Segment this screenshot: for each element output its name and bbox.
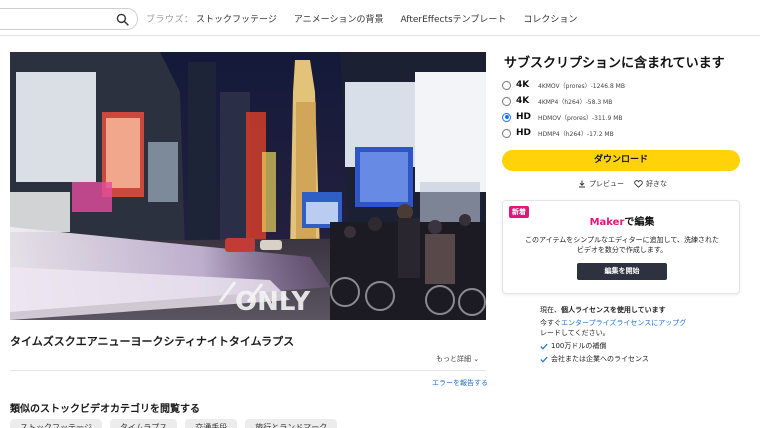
favorite-label: 好きな — [646, 180, 667, 188]
video-title: タイムズスクエアニューヨークシティナイトタイムラプス — [10, 335, 295, 348]
category-chip[interactable]: 交通手段 — [185, 419, 238, 428]
format-label: HDMP4（h264）-17.2 MB — [538, 130, 614, 138]
license-prefix: 現在、 — [540, 306, 561, 314]
quality-label: HD — [516, 128, 532, 138]
format-option-4k-mov[interactable]: 4K 4KMOV（prores）-1246.8 MB — [502, 78, 625, 92]
radio-button[interactable] — [502, 128, 511, 138]
format-option-4k-mp4[interactable]: 4K 4KMP4（h264）-58.3 MB — [502, 94, 612, 108]
subscription-title: サブスクリプションに含まれています — [504, 56, 725, 71]
benefit-label: 会社または企業へのライセンス — [551, 355, 649, 363]
quality-label: HD — [516, 112, 532, 122]
category-chip[interactable]: 旅行とランドマーク — [245, 419, 338, 428]
maker-title-rest: で編集 — [624, 217, 655, 228]
maker-card: 新着 Makerで編集 このアイテムをシンプルなエディターに追加して、洗練された… — [502, 200, 740, 294]
category-chip[interactable]: タイムラプス — [109, 419, 178, 428]
search-input[interactable] — [0, 8, 138, 30]
quality-label: 4K — [516, 96, 530, 106]
divider — [10, 370, 486, 371]
radio-button[interactable] — [502, 96, 511, 106]
search-icon[interactable] — [116, 13, 129, 26]
more-details-link[interactable]: もっと詳細 ⌄ — [436, 354, 479, 364]
start-editing-button[interactable]: 編集を開始 — [577, 263, 667, 280]
upgrade-text: 今すぐエンタープライズライセンスにアップグ — [540, 318, 686, 328]
browse-label: ブラウズ： — [146, 15, 194, 25]
quality-label: 4K — [516, 80, 530, 90]
current-license-text: 現在、個人ライセンスを使用しています — [540, 305, 666, 315]
category-nav: ストックフッテージ アニメーションの背景 AfterEffectsテンプレート … — [196, 12, 577, 25]
heart-icon — [634, 180, 643, 188]
format-option-hd-mov[interactable]: HD HDMOV（prores）-311.9 MB — [502, 110, 623, 124]
category-chip[interactable]: ストックフッテージ — [10, 419, 102, 428]
report-error-link[interactable]: エラーを報告する — [432, 378, 488, 388]
category-chips: ストックフッテージ タイムラプス 交通手段 旅行とランドマーク — [10, 419, 338, 428]
nav-stock-footage[interactable]: ストックフッテージ — [196, 12, 277, 25]
format-label: 4KMP4（h264）-58.3 MB — [538, 98, 613, 106]
svg-text:ONLY: ONLY — [235, 287, 311, 317]
benefit-item: 会社または企業へのライセンス — [540, 354, 649, 364]
check-icon — [540, 356, 548, 363]
more-details-label: もっと詳細 — [436, 355, 471, 363]
chevron-down-icon: ⌄ — [473, 355, 480, 363]
check-icon — [540, 343, 548, 350]
benefit-item: 100万ドルの補償 — [540, 341, 606, 351]
video-preview[interactable]: ONLY — [10, 52, 486, 320]
nav-animation-backgrounds[interactable]: アニメーションの背景 — [294, 12, 384, 25]
maker-description: このアイテムをシンプルなエディターに追加して、洗練されたビデオを数分で作成します… — [524, 236, 720, 254]
download-button[interactable]: ダウンロード — [502, 150, 740, 171]
nav-collections[interactable]: コレクション — [523, 12, 577, 25]
top-bar: ブラウズ： ストックフッテージ アニメーションの背景 AfterEffectsテ… — [0, 0, 760, 36]
format-label: HDMOV（prores）-311.9 MB — [538, 114, 623, 122]
nav-aftereffects-templates[interactable]: AfterEffectsテンプレート — [400, 12, 506, 25]
maker-brand: Maker — [589, 217, 625, 228]
preview-label: プレビュー — [589, 180, 624, 188]
video-thumbnail: ONLY — [10, 52, 486, 320]
radio-button[interactable] — [502, 80, 511, 90]
similar-categories-heading: 類似のストックビデオカテゴリを閲覧する — [10, 404, 200, 415]
format-option-hd-mp4[interactable]: HD HDMP4（h264）-17.2 MB — [502, 126, 614, 140]
maker-title: Makerで編集 — [503, 213, 741, 228]
upgrade-suffix: レードしてください。 — [540, 329, 610, 337]
favorite-button[interactable]: 好きな — [634, 179, 667, 189]
upgrade-prefix: 今すぐ — [540, 319, 561, 327]
enterprise-license-link[interactable]: エンタープライズライセンスにアップグ — [561, 319, 686, 327]
format-label: 4KMOV（prores）-1246.8 MB — [538, 82, 625, 90]
download-icon — [579, 180, 585, 188]
radio-button-selected[interactable] — [502, 112, 511, 122]
benefit-label: 100万ドルの補償 — [551, 342, 607, 350]
license-type: 個人ライセンスを使用しています — [561, 306, 666, 314]
preview-button[interactable]: プレビュー — [578, 179, 624, 189]
